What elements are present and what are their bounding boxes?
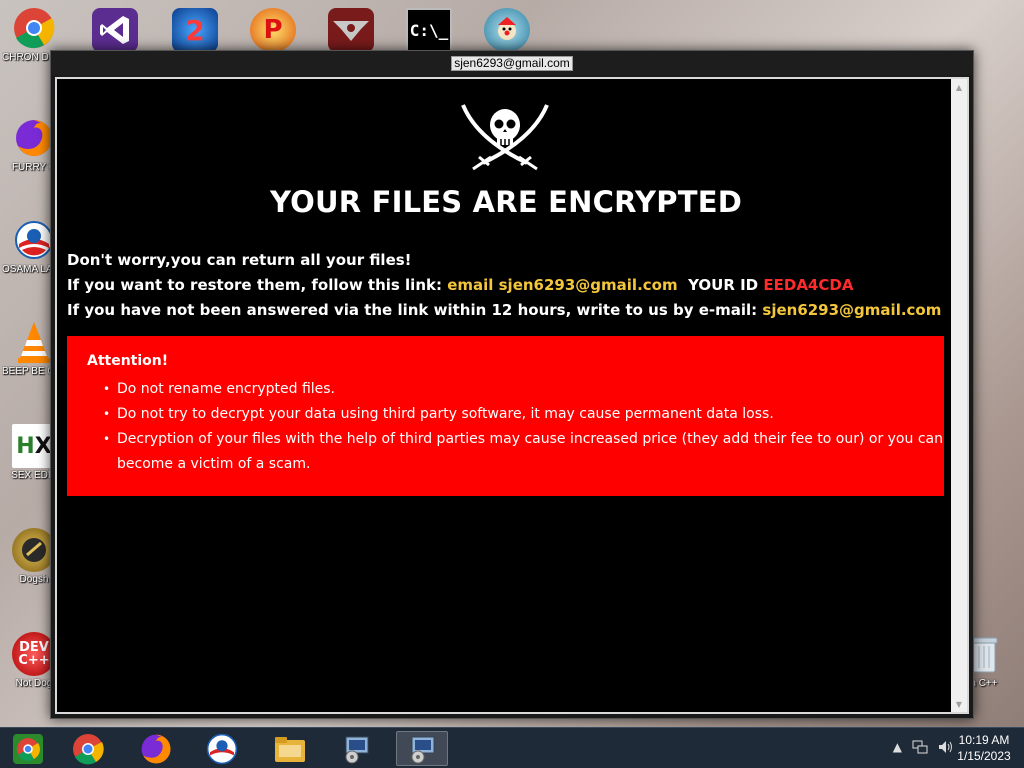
ransom-note-content: YOUR FILES ARE ENCRYPTED Don't worry,you…: [55, 77, 969, 714]
papers-please-icon[interactable]: [326, 6, 376, 54]
rule-item: Do not rename encrypted files.: [103, 377, 947, 402]
taskbar-installer[interactable]: [330, 731, 382, 766]
attention-title: Attention!: [87, 353, 169, 369]
chrome-icon: [73, 733, 104, 764]
taskbar-obama[interactable]: [196, 731, 248, 766]
network-icon[interactable]: [912, 740, 928, 754]
obama-icon: [15, 221, 53, 259]
restore-instructions: If you want to restore them, follow this…: [67, 276, 448, 294]
title-bar[interactable]: sjen6293@gmail.com: [51, 51, 973, 75]
vertical-scrollbar[interactable]: ▲ ▼: [951, 79, 967, 712]
vlc-icon: [18, 322, 50, 363]
clock-date: 1/15/2023: [957, 749, 1011, 763]
message-line-3: If you have not been answered via the li…: [67, 301, 941, 319]
visual-studio-icon[interactable]: [90, 6, 140, 54]
victim-id: EEDA4CDA: [763, 276, 854, 294]
taskbar-chrome[interactable]: [62, 731, 114, 766]
headline: YOUR FILES ARE ENCRYPTED: [270, 185, 742, 219]
command-prompt-icon[interactable]: C:\_: [404, 6, 454, 54]
app-p-icon[interactable]: P: [248, 6, 298, 54]
app-2-icon[interactable]: 2: [170, 6, 220, 54]
chrome-icon: [14, 8, 55, 49]
clock-time: 10:19 AM: [958, 733, 1010, 747]
clown-app-icon[interactable]: [482, 6, 532, 54]
installer-icon: [345, 736, 369, 763]
folder-icon: [275, 736, 305, 762]
skull-crossed-swords-icon: [461, 104, 549, 171]
taskbar-installer-active[interactable]: [396, 731, 448, 766]
scroll-down-arrow-icon[interactable]: ▼: [951, 696, 967, 712]
window-title: sjen6293@gmail.com: [451, 55, 573, 71]
clock[interactable]: 10:19 AM 1/15/2023: [954, 732, 1014, 764]
ransom-note-window[interactable]: sjen6293@gmail.com YOUR FILES ARE ENCRYP…: [50, 50, 974, 719]
firefox-icon: [16, 119, 53, 156]
rule-item: Do not try to decrypt your data using th…: [103, 402, 947, 427]
show-hidden-icons-icon[interactable]: ▲: [893, 740, 902, 754]
fallback-instructions: If you have not been answered via the li…: [67, 301, 763, 319]
attention-box: Attention! Do not rename encrypted files…: [67, 336, 944, 496]
scroll-up-arrow-icon[interactable]: ▲: [951, 79, 967, 95]
contact-email: sjen6293@gmail.com: [762, 301, 942, 319]
rule-item: Decryption of your files with the help o…: [103, 427, 947, 477]
volume-icon[interactable]: [938, 740, 954, 754]
taskbar: ▲ 10:19 AM 1/15/2023: [0, 727, 1024, 768]
start-button[interactable]: [2, 731, 54, 766]
taskbar-firefox[interactable]: [130, 731, 182, 766]
email-link[interactable]: email sjen6293@gmail.com: [447, 276, 677, 294]
start-chrome-icon: [13, 733, 43, 764]
taskbar-file-explorer[interactable]: [264, 731, 316, 766]
installer-icon: [411, 736, 435, 763]
firefox-icon: [141, 734, 171, 763]
message-line-2: If you want to restore them, follow this…: [67, 276, 853, 294]
obama-icon: [206, 733, 238, 764]
system-tray: ▲: [893, 740, 954, 754]
message-line-1: Don't worry,you can return all your file…: [67, 251, 412, 269]
your-id-label: YOUR ID: [688, 276, 759, 294]
